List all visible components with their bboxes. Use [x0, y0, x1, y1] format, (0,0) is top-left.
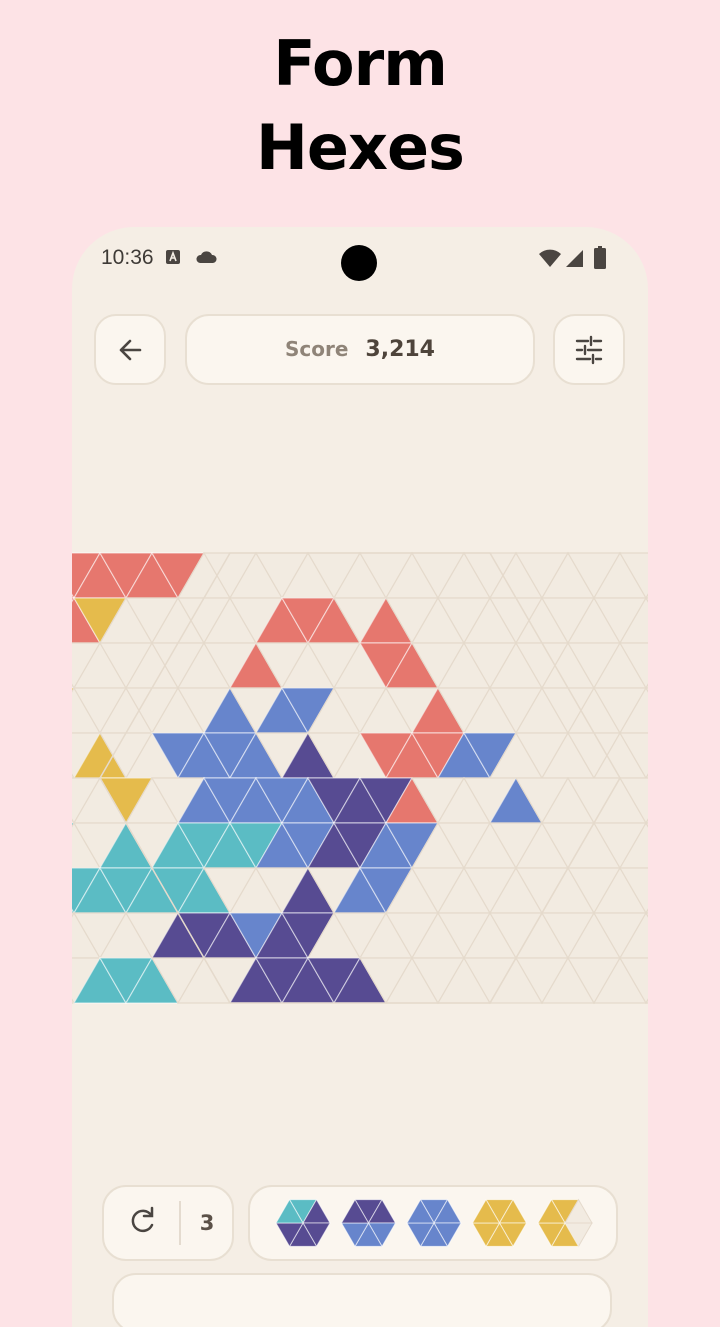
headline-line-1: Form [273, 27, 448, 100]
refresh-icon [131, 1206, 154, 1233]
divider [179, 1201, 181, 1245]
game-board[interactable] [72, 227, 648, 1327]
piece-tray [248, 1185, 618, 1261]
headline: Form Hexes [0, 22, 720, 190]
tray-piece-1[interactable] [275, 1198, 331, 1248]
bottom-bar [112, 1273, 612, 1327]
tray-piece-2[interactable] [340, 1198, 397, 1248]
tray-pieces [275, 1198, 593, 1248]
moves-left-count: 3 [199, 1211, 215, 1235]
undo-button[interactable] [110, 1187, 174, 1259]
headline-line-2: Hexes [256, 111, 465, 184]
undo-panel: 3 [102, 1185, 234, 1261]
tray-piece-3[interactable] [406, 1198, 462, 1248]
tray-piece-4[interactable] [471, 1198, 528, 1248]
tray-piece-5[interactable] [537, 1198, 593, 1248]
phone-screen: 10:36 Score 3,214 3 [72, 227, 648, 1327]
